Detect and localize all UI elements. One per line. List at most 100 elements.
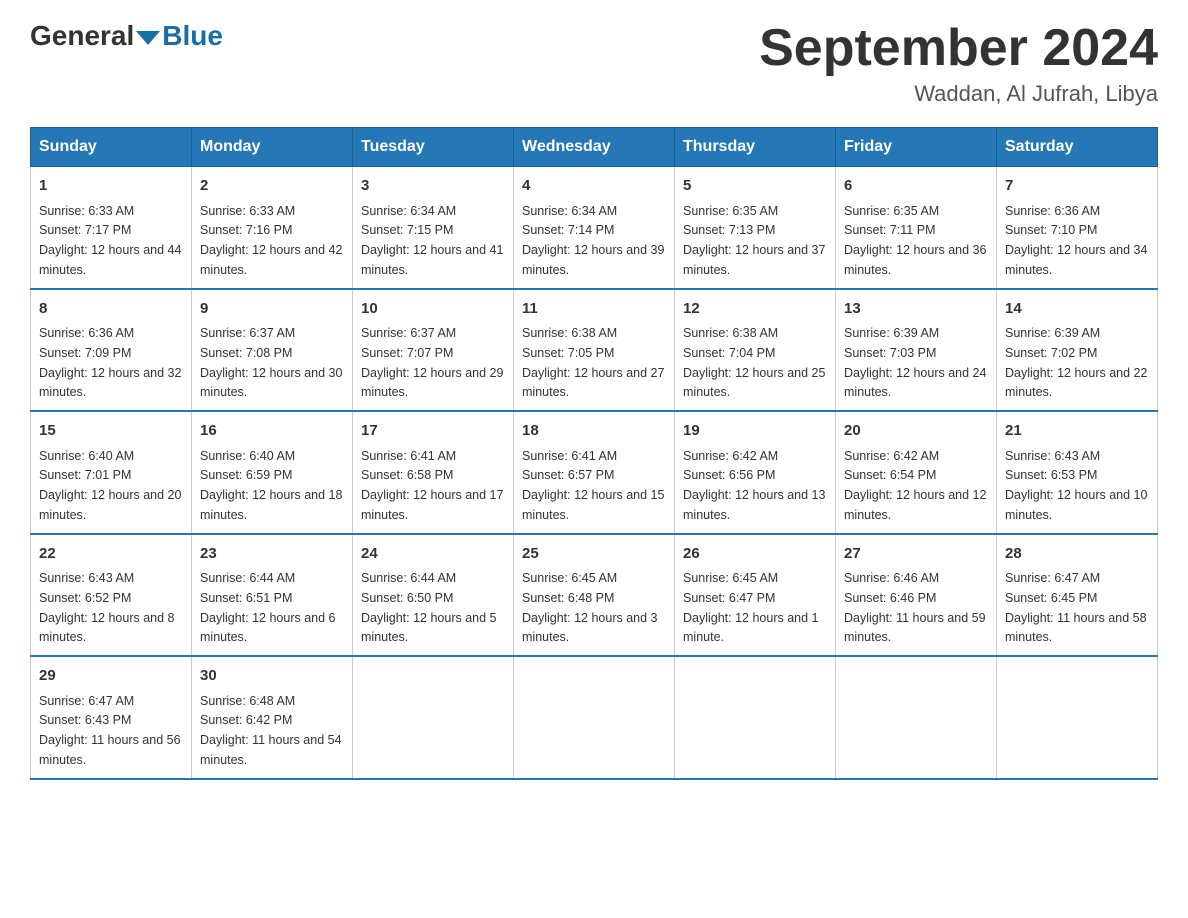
day-info: Sunrise: 6:43 AMSunset: 6:53 PMDaylight:… <box>1005 449 1147 522</box>
day-info: Sunrise: 6:35 AMSunset: 7:11 PMDaylight:… <box>844 204 986 277</box>
calendar-cell: 15 Sunrise: 6:40 AMSunset: 7:01 PMDaylig… <box>31 411 192 534</box>
header: General Blue September 2024 Waddan, Al J… <box>30 20 1158 107</box>
calendar-cell: 2 Sunrise: 6:33 AMSunset: 7:16 PMDayligh… <box>192 167 353 289</box>
logo-arrow-icon <box>136 31 160 45</box>
day-number: 19 <box>683 420 827 443</box>
logo-text: General Blue <box>30 20 223 52</box>
calendar-cell <box>836 656 997 779</box>
day-number: 12 <box>683 298 827 321</box>
calendar-cell: 26 Sunrise: 6:45 AMSunset: 6:47 PMDaylig… <box>675 534 836 657</box>
day-number: 24 <box>361 543 505 566</box>
calendar-cell: 17 Sunrise: 6:41 AMSunset: 6:58 PMDaylig… <box>353 411 514 534</box>
calendar-cell: 18 Sunrise: 6:41 AMSunset: 6:57 PMDaylig… <box>514 411 675 534</box>
calendar-week-4: 22 Sunrise: 6:43 AMSunset: 6:52 PMDaylig… <box>31 534 1158 657</box>
calendar-cell: 13 Sunrise: 6:39 AMSunset: 7:03 PMDaylig… <box>836 289 997 412</box>
calendar-cell: 9 Sunrise: 6:37 AMSunset: 7:08 PMDayligh… <box>192 289 353 412</box>
calendar-week-1: 1 Sunrise: 6:33 AMSunset: 7:17 PMDayligh… <box>31 167 1158 289</box>
day-info: Sunrise: 6:43 AMSunset: 6:52 PMDaylight:… <box>39 571 175 644</box>
day-info: Sunrise: 6:40 AMSunset: 7:01 PMDaylight:… <box>39 449 181 522</box>
calendar-cell <box>997 656 1158 779</box>
calendar-cell <box>514 656 675 779</box>
day-number: 29 <box>39 665 183 688</box>
weekday-header-row: Sunday Monday Tuesday Wednesday Thursday… <box>31 128 1158 167</box>
calendar-cell: 16 Sunrise: 6:40 AMSunset: 6:59 PMDaylig… <box>192 411 353 534</box>
day-number: 16 <box>200 420 344 443</box>
calendar-cell: 10 Sunrise: 6:37 AMSunset: 7:07 PMDaylig… <box>353 289 514 412</box>
calendar-week-5: 29 Sunrise: 6:47 AMSunset: 6:43 PMDaylig… <box>31 656 1158 779</box>
day-info: Sunrise: 6:47 AMSunset: 6:45 PMDaylight:… <box>1005 571 1147 644</box>
col-sunday: Sunday <box>31 128 192 167</box>
day-info: Sunrise: 6:44 AMSunset: 6:51 PMDaylight:… <box>200 571 336 644</box>
calendar-cell: 22 Sunrise: 6:43 AMSunset: 6:52 PMDaylig… <box>31 534 192 657</box>
day-number: 7 <box>1005 175 1149 198</box>
day-info: Sunrise: 6:38 AMSunset: 7:04 PMDaylight:… <box>683 326 825 399</box>
day-info: Sunrise: 6:33 AMSunset: 7:17 PMDaylight:… <box>39 204 181 277</box>
day-number: 5 <box>683 175 827 198</box>
day-info: Sunrise: 6:39 AMSunset: 7:03 PMDaylight:… <box>844 326 986 399</box>
day-number: 11 <box>522 298 666 321</box>
day-info: Sunrise: 6:38 AMSunset: 7:05 PMDaylight:… <box>522 326 664 399</box>
day-number: 25 <box>522 543 666 566</box>
calendar-cell: 24 Sunrise: 6:44 AMSunset: 6:50 PMDaylig… <box>353 534 514 657</box>
calendar-cell: 1 Sunrise: 6:33 AMSunset: 7:17 PMDayligh… <box>31 167 192 289</box>
col-thursday: Thursday <box>675 128 836 167</box>
day-number: 6 <box>844 175 988 198</box>
day-info: Sunrise: 6:42 AMSunset: 6:54 PMDaylight:… <box>844 449 986 522</box>
calendar-cell <box>353 656 514 779</box>
day-info: Sunrise: 6:34 AMSunset: 7:15 PMDaylight:… <box>361 204 503 277</box>
calendar-cell: 4 Sunrise: 6:34 AMSunset: 7:14 PMDayligh… <box>514 167 675 289</box>
day-number: 21 <box>1005 420 1149 443</box>
calendar-week-2: 8 Sunrise: 6:36 AMSunset: 7:09 PMDayligh… <box>31 289 1158 412</box>
day-number: 20 <box>844 420 988 443</box>
day-number: 28 <box>1005 543 1149 566</box>
calendar-cell: 6 Sunrise: 6:35 AMSunset: 7:11 PMDayligh… <box>836 167 997 289</box>
calendar-cell: 27 Sunrise: 6:46 AMSunset: 6:46 PMDaylig… <box>836 534 997 657</box>
day-info: Sunrise: 6:37 AMSunset: 7:07 PMDaylight:… <box>361 326 503 399</box>
calendar-cell: 14 Sunrise: 6:39 AMSunset: 7:02 PMDaylig… <box>997 289 1158 412</box>
calendar-cell: 30 Sunrise: 6:48 AMSunset: 6:42 PMDaylig… <box>192 656 353 779</box>
day-number: 8 <box>39 298 183 321</box>
day-info: Sunrise: 6:42 AMSunset: 6:56 PMDaylight:… <box>683 449 825 522</box>
col-friday: Friday <box>836 128 997 167</box>
day-info: Sunrise: 6:39 AMSunset: 7:02 PMDaylight:… <box>1005 326 1147 399</box>
calendar-cell: 23 Sunrise: 6:44 AMSunset: 6:51 PMDaylig… <box>192 534 353 657</box>
day-info: Sunrise: 6:46 AMSunset: 6:46 PMDaylight:… <box>844 571 986 644</box>
day-info: Sunrise: 6:35 AMSunset: 7:13 PMDaylight:… <box>683 204 825 277</box>
day-info: Sunrise: 6:41 AMSunset: 6:58 PMDaylight:… <box>361 449 503 522</box>
calendar-cell: 28 Sunrise: 6:47 AMSunset: 6:45 PMDaylig… <box>997 534 1158 657</box>
calendar-cell: 8 Sunrise: 6:36 AMSunset: 7:09 PMDayligh… <box>31 289 192 412</box>
calendar-cell: 25 Sunrise: 6:45 AMSunset: 6:48 PMDaylig… <box>514 534 675 657</box>
day-number: 1 <box>39 175 183 198</box>
day-info: Sunrise: 6:48 AMSunset: 6:42 PMDaylight:… <box>200 694 342 767</box>
day-number: 23 <box>200 543 344 566</box>
calendar-cell: 19 Sunrise: 6:42 AMSunset: 6:56 PMDaylig… <box>675 411 836 534</box>
day-info: Sunrise: 6:37 AMSunset: 7:08 PMDaylight:… <box>200 326 342 399</box>
day-number: 14 <box>1005 298 1149 321</box>
day-number: 22 <box>39 543 183 566</box>
day-info: Sunrise: 6:41 AMSunset: 6:57 PMDaylight:… <box>522 449 664 522</box>
logo: General Blue <box>30 20 223 52</box>
day-info: Sunrise: 6:34 AMSunset: 7:14 PMDaylight:… <box>522 204 664 277</box>
calendar-cell: 11 Sunrise: 6:38 AMSunset: 7:05 PMDaylig… <box>514 289 675 412</box>
day-number: 4 <box>522 175 666 198</box>
day-number: 13 <box>844 298 988 321</box>
calendar-subtitle: Waddan, Al Jufrah, Libya <box>759 81 1158 107</box>
calendar-cell: 12 Sunrise: 6:38 AMSunset: 7:04 PMDaylig… <box>675 289 836 412</box>
calendar-table: Sunday Monday Tuesday Wednesday Thursday… <box>30 127 1158 780</box>
day-number: 17 <box>361 420 505 443</box>
day-number: 9 <box>200 298 344 321</box>
calendar-cell: 21 Sunrise: 6:43 AMSunset: 6:53 PMDaylig… <box>997 411 1158 534</box>
day-number: 18 <box>522 420 666 443</box>
day-info: Sunrise: 6:45 AMSunset: 6:48 PMDaylight:… <box>522 571 658 644</box>
day-info: Sunrise: 6:45 AMSunset: 6:47 PMDaylight:… <box>683 571 819 644</box>
day-number: 27 <box>844 543 988 566</box>
calendar-cell <box>675 656 836 779</box>
calendar-cell: 29 Sunrise: 6:47 AMSunset: 6:43 PMDaylig… <box>31 656 192 779</box>
col-wednesday: Wednesday <box>514 128 675 167</box>
logo-blue: Blue <box>162 20 223 52</box>
day-number: 26 <box>683 543 827 566</box>
calendar-week-3: 15 Sunrise: 6:40 AMSunset: 7:01 PMDaylig… <box>31 411 1158 534</box>
day-number: 30 <box>200 665 344 688</box>
title-area: September 2024 Waddan, Al Jufrah, Libya <box>759 20 1158 107</box>
calendar-cell: 7 Sunrise: 6:36 AMSunset: 7:10 PMDayligh… <box>997 167 1158 289</box>
